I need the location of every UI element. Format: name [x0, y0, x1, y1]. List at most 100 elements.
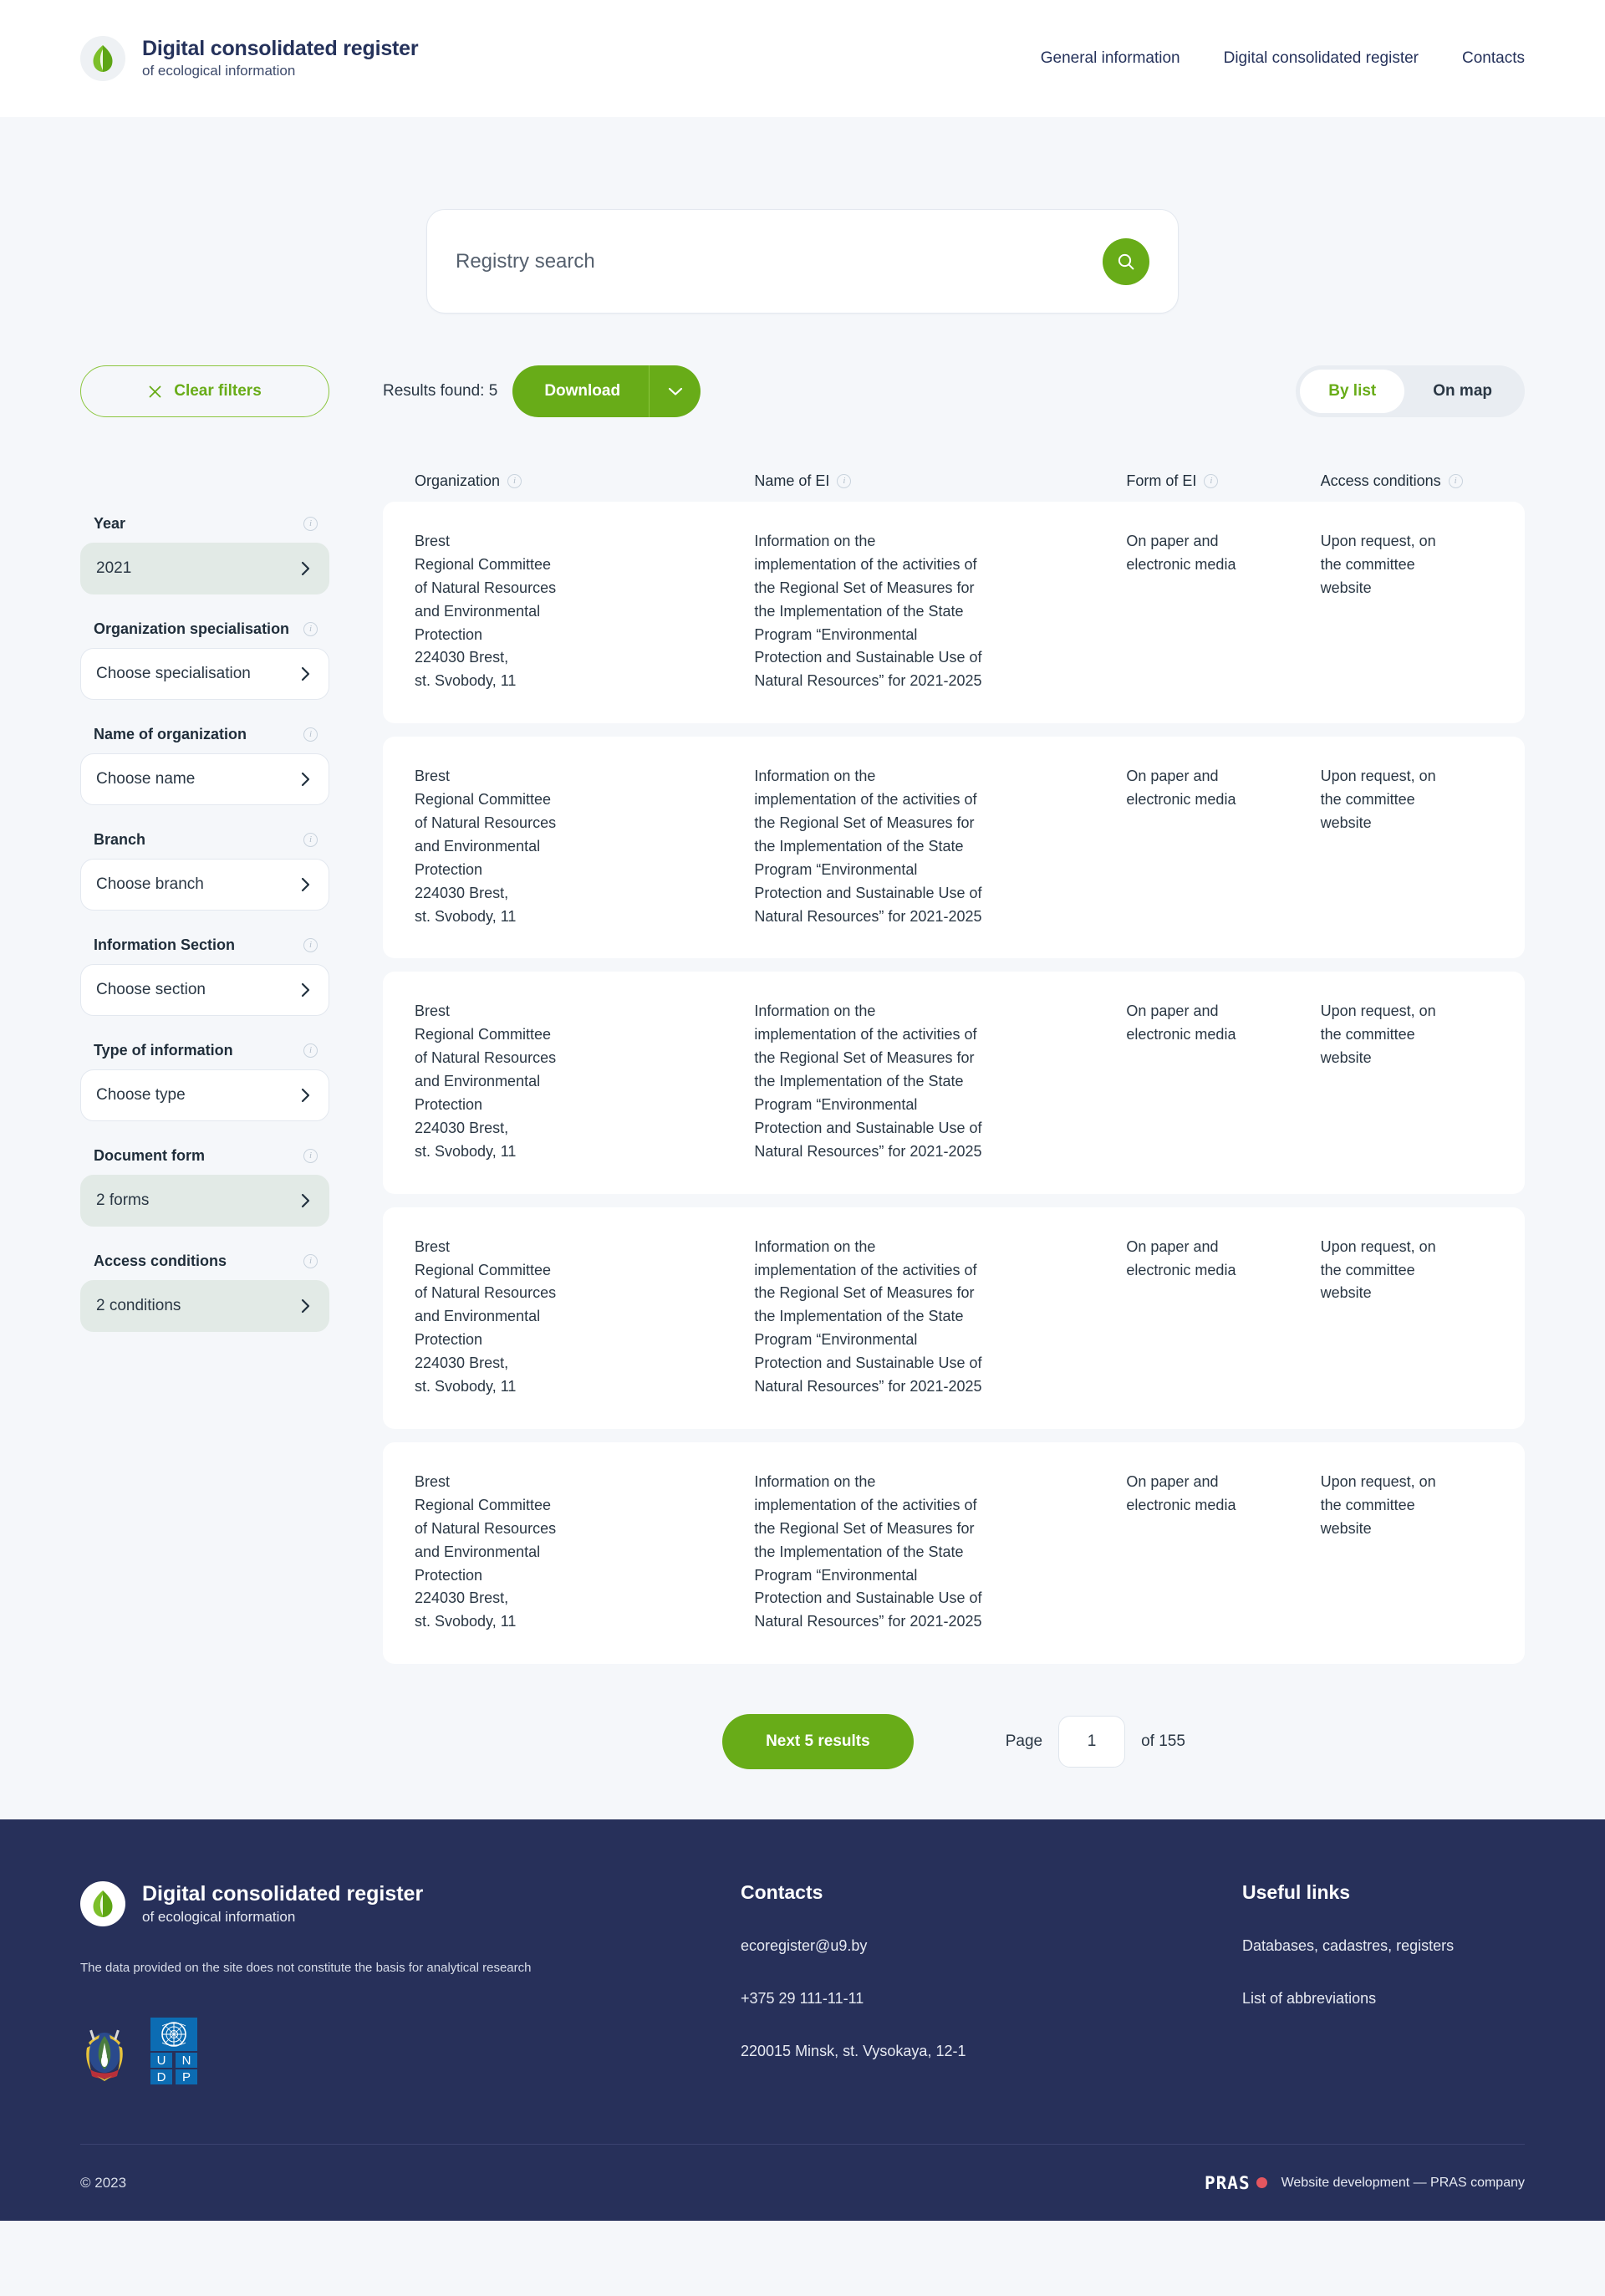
info-icon[interactable]: i [303, 833, 318, 847]
info-icon[interactable]: i [303, 1149, 318, 1163]
chevron-right-icon [301, 877, 310, 892]
toolbar-left: Results found: 5 Download [383, 365, 701, 417]
footer-brand[interactable]: Digital consolidated register of ecologi… [80, 1881, 741, 1927]
filter-value: 2 conditions [96, 1297, 181, 1314]
footer-link-databases[interactable]: Databases, cadastres, registers [1242, 1937, 1525, 1955]
search-input[interactable] [456, 249, 1103, 273]
pagination: Next 5 results Page of 155 [383, 1714, 1525, 1770]
info-icon[interactable]: i [303, 938, 318, 952]
undp-logo-icon: U N D P [150, 2018, 197, 2085]
chevron-right-icon [301, 1299, 310, 1314]
footer-phone-link[interactable]: +375 29 111-11-11 [741, 1990, 1242, 2008]
nav-item-digital-consolidated-register[interactable]: Digital consolidated register [1224, 49, 1419, 68]
filter-select-type-of-information[interactable]: Choose type [80, 1069, 329, 1121]
filter-select-document-form[interactable]: 2 forms [80, 1175, 329, 1227]
nav-item-general-information[interactable]: General information [1041, 49, 1180, 68]
footer-disclaimer: The data provided on the site does not c… [80, 1961, 532, 1976]
footer-email-link[interactable]: ecoregister@u9.by [741, 1937, 1242, 1955]
filter-header: Access conditions i [80, 1253, 329, 1270]
column-header-form-of-ei: Form of EI i [1126, 472, 1320, 490]
footer-address: 220015 Minsk, st. Vysokaya, 12-1 [741, 2043, 966, 2060]
brand-title: Digital consolidated register [142, 36, 419, 60]
info-icon[interactable]: i [1448, 474, 1463, 488]
cell-name-of-ei: Information on the implementation of the… [754, 1472, 982, 1630]
footer-contacts-title: Contacts [741, 1881, 823, 1904]
table-row[interactable]: Brest Regional Committee of Natural Reso… [383, 972, 1525, 1194]
pras-logo[interactable]: PRAS [1205, 2173, 1267, 2193]
filter-group-organization-specialisation: Organization specialisation i Choose spe… [80, 620, 329, 700]
view-toggle-on-map[interactable]: On map [1404, 370, 1521, 413]
nav-item-contacts[interactable]: Contacts [1462, 49, 1525, 68]
filter-select-organization-specialisation[interactable]: Choose specialisation [80, 648, 329, 700]
column-header-label: Form of EI [1126, 472, 1197, 489]
search-icon [1118, 253, 1134, 269]
column-header-label: Name of EI [754, 472, 830, 489]
column-header-organization: Organization i [415, 472, 754, 490]
brand-logo[interactable]: Digital consolidated register of ecologi… [80, 36, 419, 81]
filter-header: Organization specialisation i [80, 620, 329, 638]
download-group: Download [512, 365, 701, 417]
filter-label: Access conditions [94, 1253, 227, 1269]
footer-badges: U N D P [80, 2018, 741, 2085]
page-control: Page of 155 [1006, 1716, 1185, 1768]
footer-bottom-bar: © 2023 PRAS Website development — PRAS c… [80, 2144, 1525, 2221]
filter-label: Branch [94, 831, 146, 848]
table-row[interactable]: Brest Regional Committee of Natural Reso… [383, 502, 1525, 724]
filter-select-year[interactable]: 2021 [80, 543, 329, 594]
pras-dot-icon [1256, 2177, 1267, 2189]
filter-header: Information Section i [80, 936, 329, 954]
info-icon[interactable]: i [303, 622, 318, 636]
filter-label: Information Section [94, 936, 236, 953]
info-icon[interactable]: i [303, 727, 318, 742]
info-icon[interactable]: i [303, 1043, 318, 1058]
filter-select-information-section[interactable]: Choose section [80, 964, 329, 1016]
filter-select-access-conditions[interactable]: 2 conditions [80, 1280, 329, 1332]
download-button[interactable]: Download [512, 365, 650, 417]
filter-header: Year i [80, 515, 329, 533]
info-icon[interactable]: i [303, 1254, 318, 1268]
info-icon[interactable]: i [507, 474, 522, 488]
filter-header: Type of information i [80, 1042, 329, 1059]
site-footer: Digital consolidated register of ecologi… [0, 1819, 1605, 2222]
footer-link-abbreviations[interactable]: List of abbreviations [1242, 1990, 1525, 2008]
table-row[interactable]: Brest Regional Committee of Natural Reso… [383, 1441, 1525, 1665]
info-icon[interactable]: i [1204, 474, 1219, 488]
view-toggle-by-list[interactable]: By list [1300, 370, 1405, 413]
filter-select-name-of-organization[interactable]: Choose name [80, 753, 329, 805]
filter-group-year: Year i 2021 [80, 515, 329, 594]
download-dropdown-button[interactable] [649, 365, 701, 417]
chevron-right-icon [301, 1088, 310, 1103]
main-nav: General information Digital consolidated… [1041, 49, 1525, 68]
table-row[interactable]: Brest Regional Committee of Natural Reso… [383, 1207, 1525, 1429]
svg-text:N: N [182, 2054, 191, 2068]
filter-value: Choose branch [96, 875, 204, 893]
info-icon[interactable]: i [303, 517, 318, 531]
filter-label: Type of information [94, 1042, 233, 1059]
total-pages-label: of 155 [1141, 1732, 1185, 1751]
footer-brand-subtitle: of ecological information [142, 1908, 296, 1925]
search-button[interactable] [1103, 237, 1149, 285]
filter-group-information-section: Information Section i Choose section [80, 936, 329, 1016]
site-header: Digital consolidated register of ecologi… [0, 0, 1605, 117]
clear-filters-button[interactable]: Clear filters [80, 365, 329, 417]
cell-name-of-ei: Information on the implementation of the… [754, 1237, 982, 1395]
filter-value: Choose specialisation [96, 665, 251, 682]
cell-access-conditions: Upon request, on the committee website [1320, 1472, 1436, 1537]
filter-select-branch[interactable]: Choose branch [80, 859, 329, 911]
next-results-button[interactable]: Next 5 results [722, 1714, 914, 1770]
cell-organization: Brest Regional Committee of Natural Reso… [415, 1003, 557, 1160]
table-header-row: Organization i Name of EI i Form of EI i… [383, 472, 1525, 490]
cell-form-of-ei: On paper and electronic media [1126, 1472, 1236, 1513]
table-row[interactable]: Brest Regional Committee of Natural Reso… [383, 737, 1525, 959]
footer-brand-column: Digital consolidated register of ecologi… [80, 1881, 741, 2095]
cell-organization: Brest Regional Committee of Natural Reso… [415, 533, 557, 690]
chevron-right-icon [301, 772, 310, 787]
filter-value: 2 forms [96, 1191, 150, 1209]
cell-organization: Brest Regional Committee of Natural Reso… [415, 1237, 557, 1395]
cell-organization: Brest Regional Committee of Natural Reso… [415, 768, 557, 925]
filter-header: Branch i [80, 831, 329, 849]
page-number-input[interactable] [1058, 1716, 1126, 1768]
column-header-access-conditions: Access conditions i [1321, 472, 1493, 490]
copyright-text: © 2023 [80, 2174, 127, 2191]
info-icon[interactable]: i [837, 474, 852, 488]
